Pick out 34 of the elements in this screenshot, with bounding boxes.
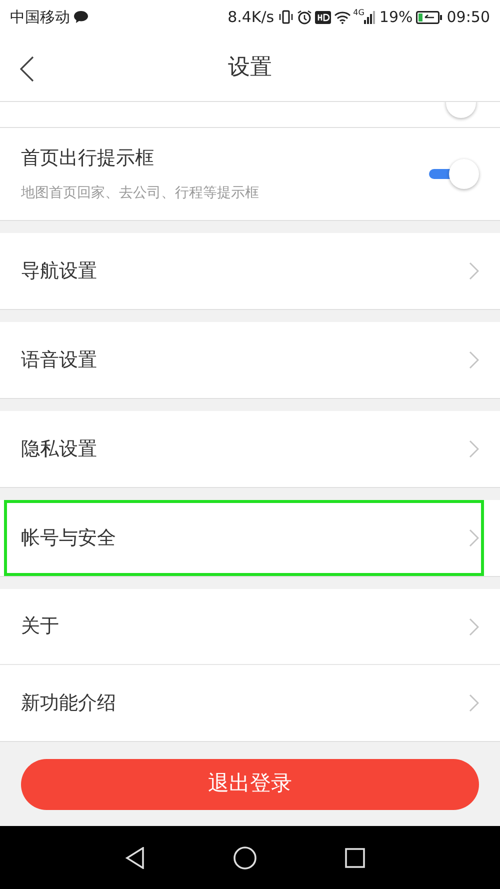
chevron-right-icon	[469, 440, 479, 458]
chevron-right-icon	[469, 618, 479, 636]
setting-label: 首页出行提示框	[21, 146, 155, 172]
vibrate-icon	[278, 10, 294, 24]
home-nav-icon[interactable]	[233, 846, 257, 870]
chevron-right-icon	[469, 262, 479, 280]
recents-nav-icon[interactable]	[345, 848, 365, 868]
hd-icon	[315, 10, 332, 24]
settings-row[interactable]: 帐号与安全	[0, 500, 500, 576]
signal-icon	[364, 10, 376, 24]
carrier-name: 中国移动	[10, 6, 70, 28]
wifi-icon	[334, 10, 352, 24]
toggle-switch[interactable]	[427, 159, 479, 189]
back-button[interactable]	[18, 56, 36, 82]
network-type: 4G	[353, 7, 364, 19]
chevron-right-icon	[469, 529, 479, 547]
settings-row[interactable]: 关于	[0, 589, 500, 665]
back-nav-icon[interactable]	[125, 846, 145, 868]
back-icon	[20, 56, 34, 82]
chat-icon	[73, 10, 89, 24]
settings-row[interactable]: 隐私设置	[0, 411, 500, 487]
chevron-right-icon	[469, 694, 479, 712]
settings-row[interactable]: 新功能介绍	[0, 665, 500, 741]
logout-button[interactable]: 退出登录	[21, 758, 479, 810]
settings-row[interactable]: 导航设置	[0, 233, 500, 309]
clock-time: 09:50	[446, 6, 490, 28]
network-speed: 8.4K/s	[228, 6, 274, 28]
settings-row[interactable]: 语音设置	[0, 322, 500, 398]
page-title: 设置	[228, 54, 272, 82]
battery-charging-icon	[416, 10, 442, 24]
alarm-icon	[297, 10, 312, 24]
setting-description: 地图首页回家、去公司、行程等提示框	[21, 184, 260, 203]
chevron-right-icon	[469, 351, 479, 369]
battery-percent: 19%	[379, 6, 413, 28]
